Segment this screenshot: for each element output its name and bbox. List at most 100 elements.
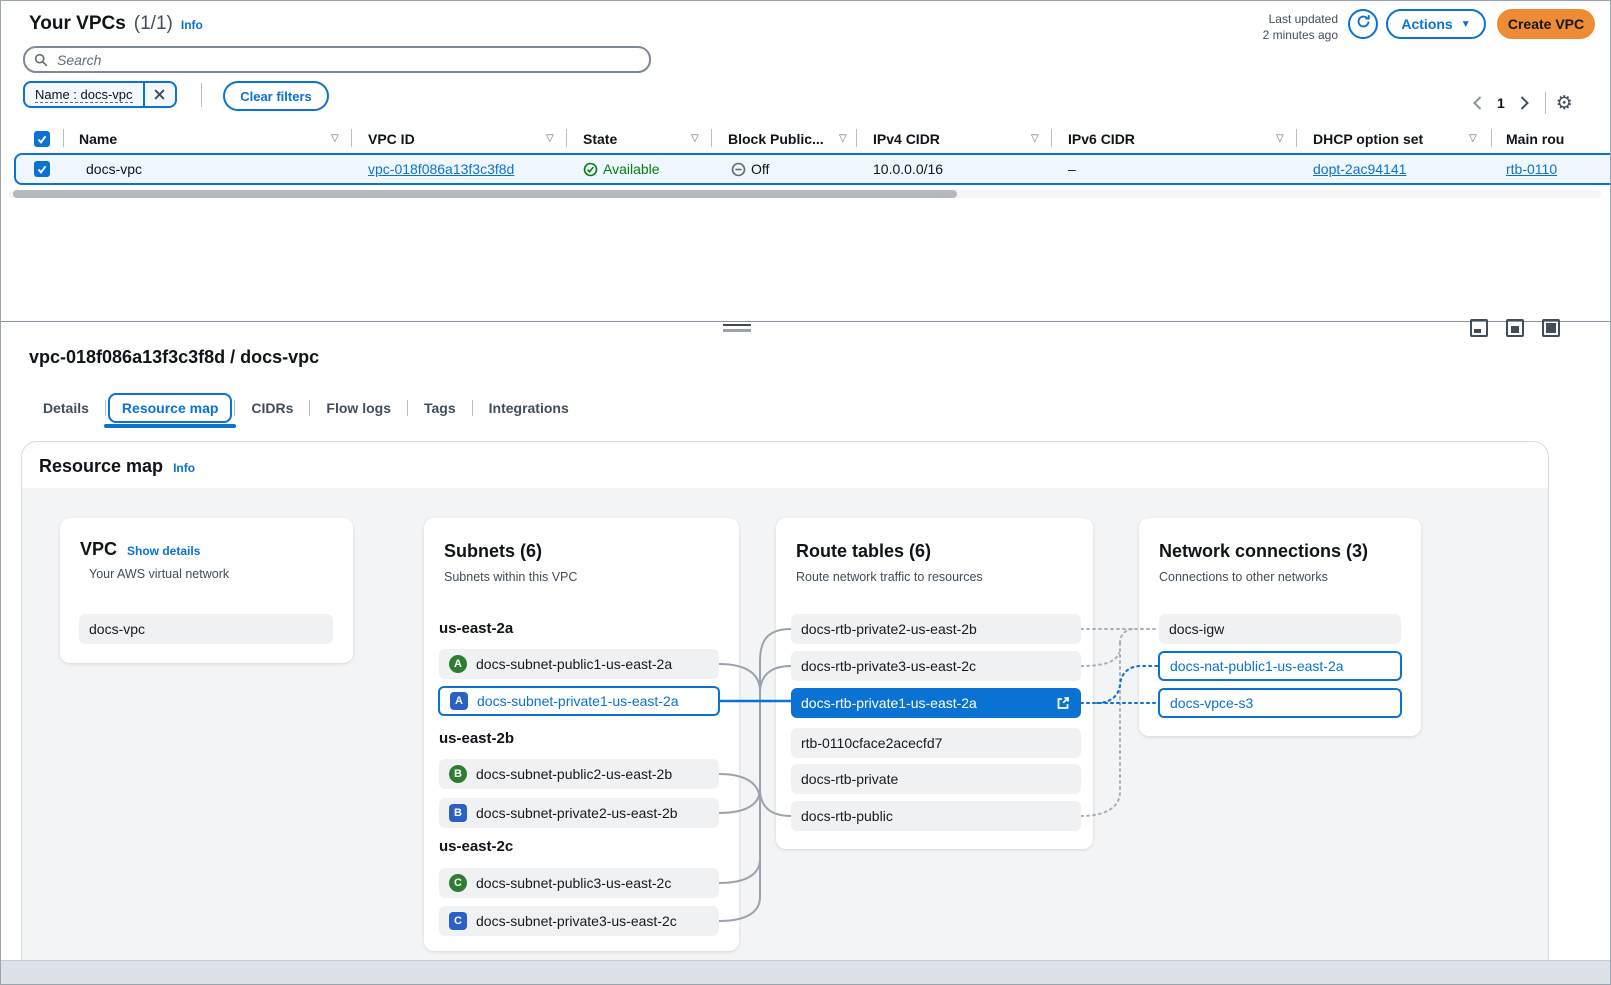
sort-icon[interactable]: ▽	[1469, 133, 1477, 144]
route-table-node[interactable]: docs-rtb-private3-us-east-2c	[791, 651, 1081, 681]
filter-divider	[201, 83, 202, 107]
filter-chip-label: Name : docs-vpc	[25, 83, 143, 106]
route-table-node-selected[interactable]: docs-rtb-private1-us-east-2a	[791, 688, 1081, 718]
col-header-name[interactable]: Name	[79, 131, 117, 147]
page-number[interactable]: 1	[1497, 95, 1505, 111]
sort-icon[interactable]: ▽	[691, 133, 699, 144]
route-table-node[interactable]: docs-rtb-private	[791, 764, 1081, 794]
chevron-down-icon: ▼	[1461, 19, 1471, 30]
panel-small-icon[interactable]	[1470, 319, 1488, 337]
search-icon	[34, 53, 48, 67]
route-table-node[interactable]: docs-rtb-public	[791, 801, 1081, 831]
private-subnet-badge: C	[449, 912, 467, 930]
subnet-node[interactable]: C docs-subnet-public3-us-east-2c	[439, 868, 719, 898]
sort-icon[interactable]: ▽	[331, 133, 339, 144]
split-panel-drag-handle[interactable]	[723, 324, 751, 332]
nat-gateway-node[interactable]: docs-nat-public1-us-east-2a	[1158, 651, 1402, 681]
col-header-dhcp[interactable]: DHCP option set	[1313, 131, 1423, 147]
panel-medium-icon[interactable]	[1506, 319, 1524, 337]
cell-name: docs-vpc	[86, 161, 142, 177]
col-header-state[interactable]: State	[583, 131, 617, 147]
sort-icon[interactable]: ▽	[839, 133, 847, 144]
create-vpc-button[interactable]: Create VPC	[1497, 9, 1595, 39]
subnet-node[interactable]: B docs-subnet-public2-us-east-2b	[439, 759, 719, 789]
vpc-endpoint-node[interactable]: docs-vpce-s3	[1158, 688, 1402, 718]
external-link-icon[interactable]	[1055, 695, 1071, 711]
page-header: Your VPCs (1/1) Info	[29, 13, 203, 35]
col-header-ipv6-cidr[interactable]: IPv6 CIDR	[1068, 131, 1135, 147]
cell-ipv6-cidr: –	[1068, 161, 1076, 177]
row-checkbox[interactable]	[34, 161, 50, 177]
detail-panel-title: vpc-018f086a13f3c3f8d / docs-vpc	[29, 347, 319, 368]
search-input[interactable]	[55, 51, 640, 69]
main-route-table-link[interactable]: rtb-0110	[1506, 161, 1557, 177]
filter-chip: Name : docs-vpc	[23, 81, 177, 108]
tab-details[interactable]: Details	[29, 393, 103, 423]
refresh-icon	[1356, 14, 1371, 34]
vpc-card-subtitle: Your AWS virtual network	[89, 567, 229, 581]
subnet-node[interactable]: A docs-subnet-public1-us-east-2a	[439, 649, 719, 679]
off-minus-icon	[731, 162, 746, 177]
refresh-button[interactable]	[1348, 9, 1378, 39]
network-connections-card-subtitle: Connections to other networks	[1159, 570, 1328, 584]
col-header-ipv4-cidr[interactable]: IPv4 CIDR	[873, 131, 940, 147]
next-page-icon[interactable]	[1515, 93, 1535, 113]
subnet-node[interactable]: C docs-subnet-private3-us-east-2c	[439, 906, 719, 936]
page-title: Your VPCs	[29, 13, 126, 35]
private-subnet-badge: A	[450, 692, 468, 710]
vpc-node[interactable]: docs-vpc	[79, 614, 333, 644]
route-table-node[interactable]: docs-rtb-private2-us-east-2b	[791, 614, 1081, 644]
available-check-icon	[583, 162, 598, 177]
actions-button[interactable]: Actions ▼	[1386, 9, 1486, 39]
vpc-console-page: Your VPCs (1/1) Info Last updated 2 minu…	[0, 0, 1611, 985]
subnet-node-selected[interactable]: A docs-subnet-private1-us-east-2a	[438, 686, 720, 716]
search-box	[23, 46, 651, 73]
az-group-label: us-east-2b	[439, 730, 514, 747]
vpc-card-title: VPC	[80, 539, 117, 560]
resource-map-header: Resource map Info	[39, 456, 195, 477]
route-tables-column-card	[776, 518, 1093, 849]
tab-tags[interactable]: Tags	[410, 393, 470, 423]
panel-large-icon[interactable]	[1542, 319, 1560, 337]
sort-icon[interactable]: ▽	[1276, 133, 1284, 144]
vpc-id-link[interactable]: vpc-018f086a13f3c3f8d	[368, 161, 514, 177]
panel-size-controls	[1470, 319, 1560, 337]
subnets-card-title: Subnets (6)	[444, 541, 542, 562]
split-panel-divider	[1, 321, 1611, 322]
col-header-block-public[interactable]: Block Public...	[728, 131, 824, 147]
bottom-scroll-area	[1, 960, 1611, 985]
header-info-link[interactable]: Info	[181, 18, 203, 32]
select-all-checkbox[interactable]	[34, 131, 50, 147]
route-tables-card-title: Route tables (6)	[796, 541, 931, 562]
col-header-main-route[interactable]: Main rou	[1506, 131, 1564, 147]
tab-flow-logs[interactable]: Flow logs	[312, 393, 405, 423]
page-title-count: (1/1)	[134, 13, 173, 35]
tab-integrations[interactable]: Integrations	[475, 393, 583, 423]
gear-icon[interactable]: ⚙	[1556, 94, 1573, 113]
close-icon	[154, 89, 165, 100]
horizontal-scrollbar-thumb[interactable]	[13, 190, 957, 198]
tab-cidrs[interactable]: CIDRs	[237, 393, 307, 423]
sort-icon[interactable]: ▽	[546, 133, 554, 144]
detail-tabs: Details Resource map CIDRs Flow logs Tag…	[29, 391, 583, 425]
remove-filter-button[interactable]	[143, 83, 175, 106]
internet-gateway-node[interactable]: docs-igw	[1159, 614, 1401, 644]
col-header-vpc-id[interactable]: VPC ID	[368, 131, 415, 147]
previous-page-icon[interactable]	[1467, 93, 1487, 113]
last-updated: Last updated 2 minutes ago	[1176, 11, 1338, 43]
subnet-node[interactable]: B docs-subnet-private2-us-east-2b	[439, 798, 719, 828]
vpc-show-details-link[interactable]: Show details	[127, 544, 200, 558]
clear-filters-button[interactable]: Clear filters	[223, 81, 329, 111]
az-group-label: us-east-2c	[439, 838, 513, 855]
tab-resource-map[interactable]: Resource map	[108, 393, 232, 423]
cell-ipv4-cidr: 10.0.0.0/16	[873, 161, 943, 177]
resource-map-info-link[interactable]: Info	[173, 461, 195, 475]
subnets-card-subtitle: Subnets within this VPC	[444, 570, 577, 584]
pagination: 1 ⚙	[1467, 91, 1573, 115]
public-subnet-badge: C	[449, 874, 467, 892]
route-table-node[interactable]: rtb-0110cface2acecfd7	[791, 728, 1081, 758]
az-group-label: us-east-2a	[439, 620, 513, 637]
sort-icon[interactable]: ▽	[1031, 133, 1039, 144]
network-connections-card-title: Network connections (3)	[1159, 541, 1368, 562]
dhcp-option-set-link[interactable]: dopt-2ac94141	[1313, 161, 1406, 177]
